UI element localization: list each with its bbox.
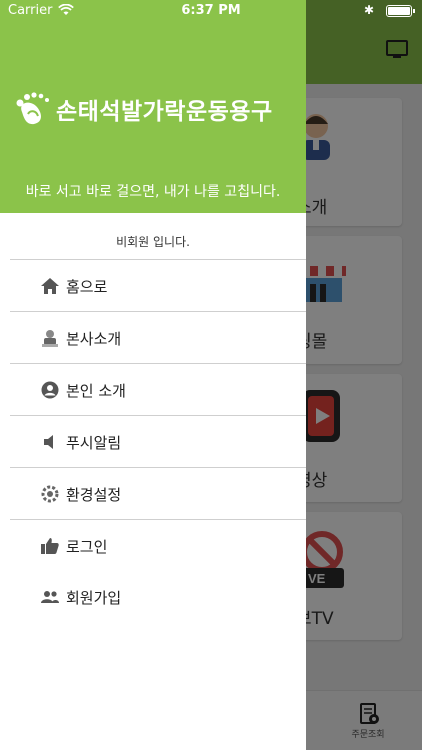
brand-name: 손태석발가락운동용구	[56, 99, 273, 125]
menu-item-home[interactable]: 홈으로	[10, 259, 306, 311]
menu-item-label: 회원가입	[66, 589, 122, 607]
speaker-icon	[44, 435, 53, 449]
menu-item-label: 홈으로	[66, 278, 108, 296]
account-icon	[41, 381, 59, 399]
thumbs-up-icon	[41, 538, 59, 554]
battery-icon	[386, 5, 415, 17]
bluetooth-icon: ✱	[363, 3, 374, 17]
menu-item-company[interactable]: 본사소개	[10, 311, 306, 363]
menu-item-push[interactable]: 푸시알림	[10, 415, 306, 467]
company-icon	[42, 330, 58, 347]
home-icon	[41, 278, 59, 294]
settings-icon	[41, 485, 59, 503]
menu-item-label: 로그인	[66, 538, 108, 556]
clock: 6:37 PM	[181, 3, 241, 18]
group-icon	[41, 591, 59, 603]
menu-item-label: 푸시알림	[66, 434, 122, 452]
menu-item-settings[interactable]: 환경설정	[10, 467, 306, 519]
menu-item-label: 환경설정	[66, 486, 122, 504]
menu-item-label: 본사소개	[66, 330, 122, 348]
member-status: 비회원 입니다.	[116, 235, 190, 249]
status-bar: Carrier 6:37 PM ✱	[0, 0, 422, 22]
footprint-logo-icon	[16, 92, 49, 125]
drawer-header: 손태석발가락운동용구 바로 서고 바로 걸으면, 내가 나를 고칩니다.	[0, 0, 306, 213]
menu-item-label: 본인 소개	[66, 382, 126, 400]
navigation-drawer: 손태석발가락운동용구 바로 서고 바로 걸으면, 내가 나를 고칩니다. 비회원…	[0, 0, 306, 750]
menu-item-signup[interactable]: 회원가입	[10, 571, 306, 623]
brand-tagline: 바로 서고 바로 걸으면, 내가 나를 고칩니다.	[25, 184, 281, 200]
menu-item-profile[interactable]: 본인 소개	[10, 363, 306, 415]
menu-item-login[interactable]: 로그인	[10, 519, 306, 571]
